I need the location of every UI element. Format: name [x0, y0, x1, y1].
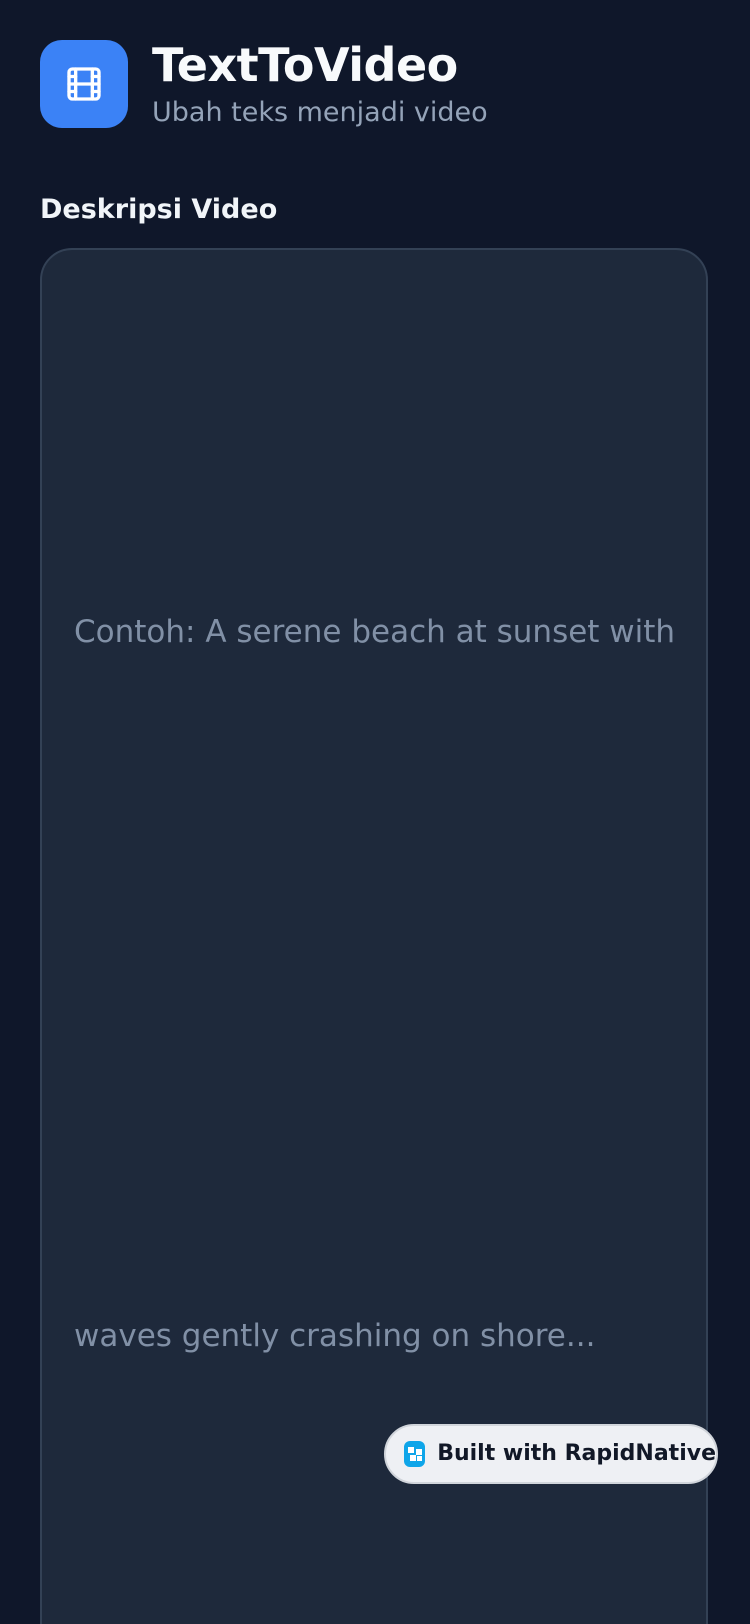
- app-subtitle: Ubah teks menjadi video: [152, 97, 488, 128]
- description-input[interactable]: Contoh: A serene beach at sunset with wa…: [40, 248, 708, 1624]
- app-titles: TextToVideo Ubah teks menjadi video: [152, 38, 488, 130]
- description-label: Deskripsi Video: [40, 194, 278, 225]
- badge-label: Built with RapidNative: [437, 1441, 716, 1466]
- built-with-rapidnative-badge[interactable]: Built with RapidNative: [384, 1424, 718, 1484]
- app-header: TextToVideo Ubah teks menjadi video: [40, 38, 488, 130]
- app-logo: [40, 40, 128, 128]
- film-icon: [67, 67, 101, 101]
- app-screen: TextToVideo Ubah teks menjadi video Desk…: [0, 0, 750, 1624]
- description-placeholder-line-1: Contoh: A serene beach at sunset with: [74, 614, 676, 650]
- rapidnative-icon: [404, 1441, 426, 1467]
- description-placeholder-line-2: waves gently crashing on shore...: [74, 1318, 596, 1354]
- app-title: TextToVideo: [152, 38, 458, 92]
